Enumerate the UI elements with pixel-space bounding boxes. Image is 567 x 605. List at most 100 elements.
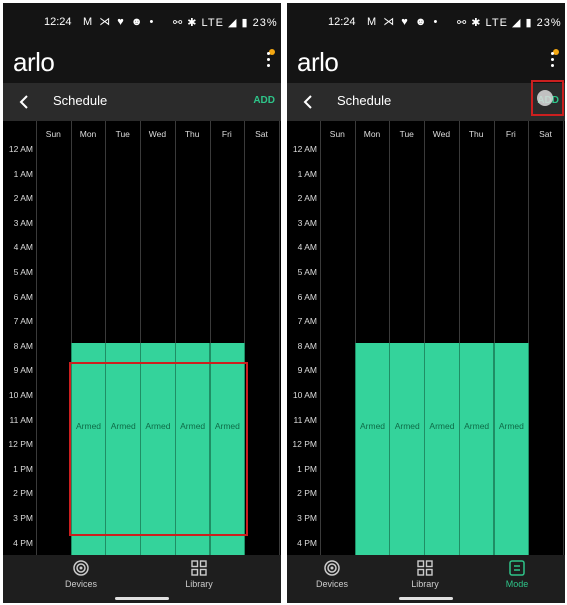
armed-block-fri[interactable]: Armed (493, 342, 530, 555)
app-header: arlo (287, 41, 565, 83)
time-label: 9 AM (297, 365, 317, 376)
time-label: 3 AM (297, 217, 317, 228)
day-label-fri: Fri (505, 129, 516, 139)
day-label-sat: Sat (255, 129, 268, 139)
time-label: 3 AM (13, 217, 33, 228)
time-label: 11 AM (9, 414, 33, 425)
home-indicator (399, 597, 453, 600)
grid-column-line (278, 121, 280, 555)
day-label-tue: Tue (115, 129, 130, 139)
schedule-nav: Schedule ADD (287, 80, 565, 121)
armed-label: Armed (394, 420, 420, 431)
grid-column-line (36, 121, 37, 555)
system-status: ⚯ ✱ LTE ◢ ▮ 23% (457, 17, 562, 29)
back-arrow-icon[interactable] (301, 93, 317, 111)
add-button[interactable]: ADD (253, 95, 275, 106)
time-label: 9 AM (13, 365, 33, 376)
day-label-mon: Mon (79, 129, 97, 139)
time-label: 4 AM (13, 242, 33, 253)
selected-schedule-highlight (68, 361, 249, 536)
time-label: 2 AM (13, 193, 33, 204)
status-time: 12:24 (44, 16, 72, 28)
day-label-wed: Wed (432, 129, 451, 139)
tab-label: Devices (64, 579, 97, 589)
time-label: 5 AM (297, 267, 317, 277)
time-label: 4 PM (13, 537, 33, 548)
tab-devices[interactable]: Devices (302, 559, 362, 589)
time-label: 1 AM (297, 168, 317, 179)
time-label: 12 PM (8, 439, 33, 450)
devices-icon (323, 559, 341, 577)
add-button-highlight (531, 80, 564, 116)
armed-label: Armed (360, 420, 386, 431)
notification-icons: M ⋊ ♥ ☻ • (83, 16, 156, 28)
time-label: 7 AM (13, 316, 33, 327)
grid-column-line (320, 121, 321, 555)
time-label: 5 AM (13, 267, 33, 277)
armed-block-tue[interactable]: Armed (389, 342, 426, 555)
more-menu-icon[interactable] (267, 52, 271, 70)
time-label: 10 AM (8, 390, 33, 400)
system-status: ⚯ ✱ LTE ◢ ▮ 23% (173, 17, 278, 29)
status-time: 12:24 (328, 16, 356, 28)
time-label: 6 AM (13, 291, 33, 302)
tab-label: Mode (505, 579, 529, 589)
screenshot-right: 12:24 M ⋊ ♥ ☻ • ⚯ ✱ LTE ◢ ▮ 23% arlo Sch… (287, 3, 565, 603)
time-label: 4 AM (297, 242, 317, 253)
library-icon (416, 559, 434, 577)
time-label: 1 PM (13, 463, 33, 474)
status-bar: 12:24 M ⋊ ♥ ☻ • ⚯ ✱ LTE ◢ ▮ 23% (287, 3, 565, 41)
time-label: 12 PM (292, 439, 317, 450)
time-label: 7 AM (297, 316, 317, 327)
notification-icons: M ⋊ ♥ ☻ • (367, 16, 440, 28)
app-header: arlo (3, 41, 281, 83)
day-label-fri: Fri (221, 129, 232, 139)
time-label: 10 AM (292, 390, 317, 400)
grid-column-line (562, 121, 564, 555)
home-indicator (115, 597, 169, 600)
day-label-sun: Sun (329, 129, 345, 139)
time-label: 3 PM (297, 513, 317, 523)
back-arrow-icon[interactable] (17, 93, 33, 111)
tab-library[interactable]: Library (395, 559, 455, 589)
armed-label: Armed (429, 420, 455, 431)
time-label: 1 AM (13, 168, 33, 179)
time-label: 1 PM (297, 463, 317, 474)
armed-block-thu[interactable]: Armed (458, 342, 495, 555)
day-label-wed: Wed (148, 129, 167, 139)
time-label: 2 PM (297, 488, 317, 499)
armed-block-mon[interactable]: Armed (354, 342, 391, 555)
time-label: 12 AM (292, 144, 317, 154)
time-label: 12 AM (8, 144, 33, 154)
bottom-navigation: Devices Library Mode (287, 555, 565, 603)
time-label: 2 AM (297, 193, 317, 204)
schedule-nav: Schedule ADD (3, 83, 281, 121)
status-bar: 12:24 M ⋊ ♥ ☻ • ⚯ ✱ LTE ◢ ▮ 23% (3, 3, 281, 41)
page-title: Schedule (337, 93, 392, 108)
tab-label: Devices (315, 579, 348, 589)
arlo-logo: arlo (13, 47, 55, 77)
time-label: 6 AM (297, 291, 317, 302)
day-label-tue: Tue (399, 129, 414, 139)
time-label: 8 AM (13, 340, 33, 351)
more-menu-icon[interactable] (551, 52, 555, 70)
schedule-grid[interactable]: Sun Mon Tue Wed Thu Fri Sat 12 AM 1 AM 2 AM 3 AM 4 … (287, 121, 565, 555)
day-label-sat: Sat (539, 129, 552, 139)
tab-devices[interactable]: Devices (51, 559, 111, 589)
tab-mode[interactable]: Mode (487, 559, 547, 589)
mode-icon (508, 559, 526, 577)
time-label: 11 AM (293, 414, 317, 425)
library-icon (190, 559, 208, 577)
armed-label: Armed (464, 420, 490, 431)
time-label: 4 PM (297, 537, 317, 548)
screenshot-left: 12:24 M ⋊ ♥ ☻ • ⚯ ✱ LTE ◢ ▮ 23% arlo Sch… (3, 3, 281, 603)
day-label-thu: Thu (468, 129, 484, 139)
schedule-grid[interactable]: Sun Mon Tue Wed Thu Fri Sat 12 AM 1 AM 2 AM 3 AM 4 … (3, 121, 281, 555)
page-title: Schedule (53, 93, 108, 108)
tab-library[interactable]: Library (169, 559, 229, 589)
day-label-mon: Mon (363, 129, 381, 139)
time-label: 2 PM (13, 488, 33, 499)
armed-block-wed[interactable]: Armed (424, 342, 460, 555)
arlo-logo: arlo (297, 47, 339, 77)
devices-icon (72, 559, 90, 577)
